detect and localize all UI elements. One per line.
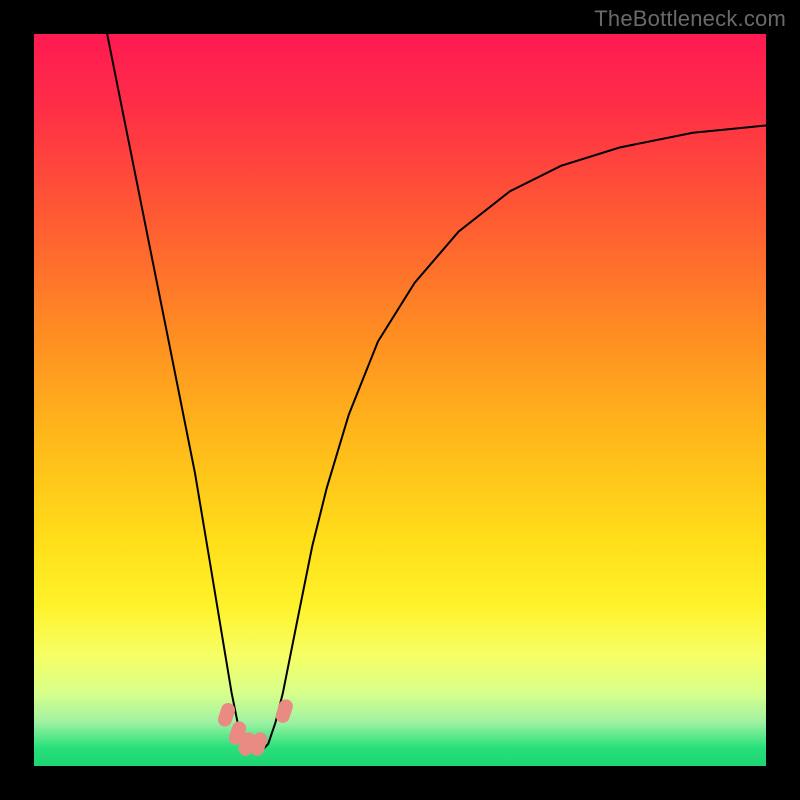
bottleneck-chart (34, 34, 766, 766)
watermark-text: TheBottleneck.com (594, 6, 786, 32)
plot-area (34, 34, 766, 766)
gradient-background (34, 34, 766, 766)
outer-frame: TheBottleneck.com (0, 0, 800, 800)
